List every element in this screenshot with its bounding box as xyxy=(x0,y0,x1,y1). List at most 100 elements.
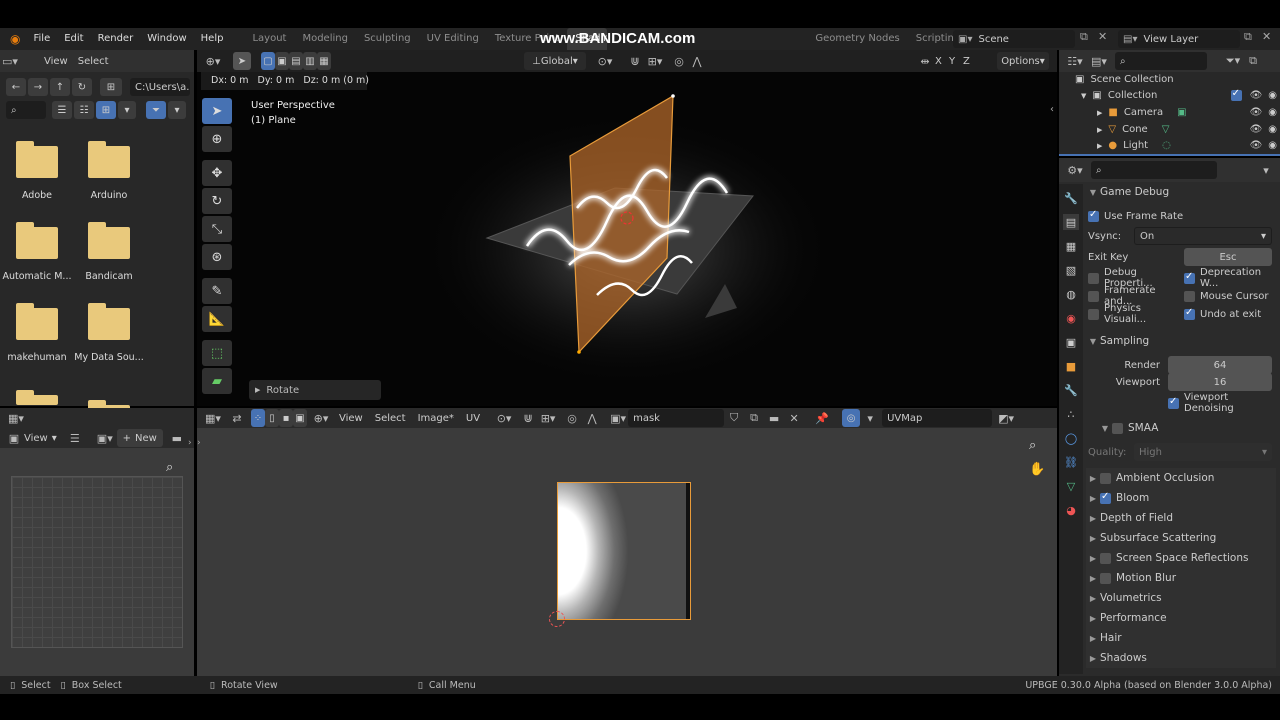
panel-depth-of-field[interactable]: ▶ Depth of Field xyxy=(1086,508,1276,528)
viewport-denoising-checkbox[interactable]: Viewport Denoising xyxy=(1168,392,1276,414)
physics-tab-icon[interactable]: ◯ xyxy=(1063,430,1079,446)
back-icon[interactable]: ← xyxy=(6,78,26,96)
region-toggle-icon[interactable]: › xyxy=(197,438,201,448)
view-layer-field[interactable]: ▤▾ View Layer xyxy=(1118,30,1240,48)
vsync-dropdown[interactable]: On ▾ xyxy=(1134,227,1272,245)
deprecation-warnings-checkbox[interactable]: Deprecation W... xyxy=(1184,267,1276,289)
data-tab-icon[interactable]: ▽ xyxy=(1063,478,1079,494)
filter-icon[interactable]: ⏷▾ xyxy=(1223,52,1243,70)
panel-bloom[interactable]: ▶Bloom xyxy=(1086,488,1276,508)
overlay-toggle-icon[interactable]: ◎ xyxy=(842,409,861,427)
tab-geometry-nodes[interactable]: Geometry Nodes xyxy=(807,28,907,50)
pin-icon[interactable]: 📌 xyxy=(812,409,832,427)
properties-search[interactable]: ⌕ xyxy=(1091,161,1217,179)
list-horizontal-icon[interactable]: ☷ xyxy=(74,101,94,119)
panel-hair[interactable]: ▶ Hair xyxy=(1086,628,1276,648)
sidebar-toggle-icon[interactable]: ‹ xyxy=(1050,104,1054,115)
editor-type-icon[interactable]: ▦▾ xyxy=(6,409,26,427)
uv-proportional-icon[interactable]: ◎ xyxy=(562,409,582,427)
uv-editor[interactable]: ▦▾ ⇄ ⁘ ▯ ▪ ▣ ⊕▾ View Select Image* UV ⊙▾… xyxy=(197,408,1057,676)
uv-falloff-icon[interactable]: ⋀ xyxy=(582,409,602,427)
panel-smaa[interactable]: ▼ SMAA xyxy=(1098,418,1276,438)
uv-view-menu[interactable]: View xyxy=(339,413,363,424)
uv-sync-icon[interactable]: ⇄ xyxy=(227,409,247,427)
folder-item[interactable]: Adobe xyxy=(0,141,74,201)
mask-image[interactable] xyxy=(557,482,691,620)
filter-dropdown-icon[interactable]: ▾ xyxy=(168,101,186,119)
panel-shadows[interactable]: ▶ Shadows xyxy=(1086,648,1276,668)
camera-render-icon[interactable]: ◉ xyxy=(1268,124,1277,135)
new-image-button[interactable]: + New xyxy=(116,429,163,447)
visibility-eye-icon[interactable]: 👁 xyxy=(1250,140,1263,151)
particles-tab-icon[interactable]: ∴ xyxy=(1063,406,1079,422)
panel-subsurface-scattering[interactable]: ▶ Subsurface Scattering xyxy=(1086,528,1276,548)
smaa-quality-dropdown[interactable]: High ▾ xyxy=(1134,443,1272,461)
exit-key-button[interactable]: Esc xyxy=(1184,248,1272,266)
view-layer-copy-icon[interactable]: ⧉ xyxy=(1244,30,1252,44)
mouse-cursor-checkbox[interactable]: Mouse Cursor xyxy=(1184,287,1276,305)
outliner-search[interactable]: ⌕ xyxy=(1115,52,1207,70)
tab-uv-editing[interactable]: UV Editing xyxy=(419,28,487,50)
scene-field[interactable]: ▣▾ Scene xyxy=(953,30,1075,48)
use-frame-rate-checkbox[interactable]: Use Frame Rate xyxy=(1088,207,1276,225)
object-tab-icon[interactable]: ■ xyxy=(1063,358,1079,374)
refresh-icon[interactable]: ↻ xyxy=(72,78,92,96)
panel-volumetrics[interactable]: ▶ Volumetrics xyxy=(1086,588,1276,608)
tab-modeling[interactable]: Modeling xyxy=(294,28,356,50)
panel-performance[interactable]: ▶ Performance xyxy=(1086,608,1276,628)
outliner-row-camera[interactable]: ▶ ■ Camera ▣ 👁 ◉ xyxy=(1097,107,1277,118)
fake-user-shield-icon[interactable]: ⛉ xyxy=(724,409,744,427)
parent-icon[interactable]: ↑ xyxy=(50,78,70,96)
uv-snap-icon[interactable]: ⋓ xyxy=(518,409,538,427)
modifier-tab-icon[interactable]: 🔧 xyxy=(1063,382,1079,398)
camera-render-icon[interactable]: ◉ xyxy=(1268,140,1277,151)
uv-image-menu[interactable]: Image* xyxy=(418,413,454,424)
editor-type-icon[interactable]: ☷▾ xyxy=(1065,52,1085,70)
open-image-icon[interactable]: ▬ xyxy=(167,429,187,447)
new-folder-icon[interactable]: ⊞ xyxy=(100,78,122,96)
image-name-field[interactable]: mask xyxy=(628,409,725,427)
last-operator-panel[interactable]: ▶ Rotate xyxy=(249,380,381,400)
folder-item[interactable]: Arduino xyxy=(72,141,146,201)
overlay-dropdown-icon[interactable]: ▾ xyxy=(860,409,880,427)
camera-render-icon[interactable]: ◉ xyxy=(1268,90,1277,101)
viewport-3d[interactable]: ⊕▾ ➤ ▢ ▣ ▤ ▥ ▦ ⊥ Global ▾ ⊙▾ ⋓ ⊞▾ ◎ ⋀ ⇹ … xyxy=(197,50,1057,406)
folder-item[interactable]: Bandicam xyxy=(72,222,146,282)
fb-view-menu[interactable]: View xyxy=(44,56,68,67)
panel-screen-space-reflections[interactable]: ▶ Screen Space Reflections xyxy=(1086,548,1276,568)
editor-type-icon[interactable]: ▦▾ xyxy=(203,409,223,427)
scene-collection-row[interactable]: ▣ Scene Collection xyxy=(1075,74,1174,85)
menu-file[interactable]: File xyxy=(26,28,57,50)
display-mode-icon[interactable]: ▤▾ xyxy=(1089,52,1109,70)
options-dropdown-icon[interactable]: ▾ xyxy=(1256,161,1276,179)
image-browse-icon[interactable]: ▣▾ xyxy=(608,409,628,427)
pan-hand-icon[interactable]: ✋ xyxy=(1029,462,1049,482)
mode-icon[interactable]: ▣ xyxy=(4,429,24,447)
image-grid[interactable] xyxy=(11,476,183,648)
outliner-row-cone[interactable]: ▶ ▽ Cone ▽ 👁 ◉ xyxy=(1097,124,1277,135)
editor-type-icon[interactable]: ▭▾ xyxy=(0,52,20,70)
tab-sculpting[interactable]: Sculpting xyxy=(356,28,419,50)
world-tab-icon[interactable]: ◉ xyxy=(1063,310,1079,326)
fb-search-field[interactable]: ⌕ xyxy=(6,101,46,119)
blender-logo-icon[interactable]: ◉ xyxy=(0,32,26,46)
list-vertical-icon[interactable]: ☰ xyxy=(52,101,72,119)
forward-icon[interactable]: → xyxy=(28,78,48,96)
folder-item[interactable]: makehuman xyxy=(0,303,74,363)
uv-uv-menu[interactable]: UV xyxy=(466,413,480,424)
zoom-icon[interactable]: ⌕ xyxy=(1029,438,1049,458)
camera-render-icon[interactable]: ◉ xyxy=(1268,107,1277,118)
menu-help[interactable]: Help xyxy=(194,28,231,50)
visibility-eye-icon[interactable]: 👁 xyxy=(1250,107,1263,118)
scene-copy-icon[interactable]: ⧉ xyxy=(1080,30,1088,44)
material-tab-icon[interactable]: ◕ xyxy=(1063,502,1079,518)
render-samples-field[interactable]: 64 xyxy=(1168,356,1272,374)
uvmap-field[interactable]: UVMap xyxy=(882,409,993,427)
panel-ambient-occlusion[interactable]: ▶ Ambient Occlusion xyxy=(1086,468,1276,488)
tool-tab-icon[interactable]: 🔧 xyxy=(1063,190,1079,206)
uv-snap-target-icon[interactable]: ⊞▾ xyxy=(538,409,558,427)
physics-visualization-checkbox[interactable]: Physics Visuali... xyxy=(1088,303,1184,325)
panel-motion-blur[interactable]: ▶ Motion Blur xyxy=(1086,568,1276,588)
panel-game-debug[interactable]: ▼ Game Debug xyxy=(1086,182,1276,202)
visibility-eye-icon[interactable]: 👁 xyxy=(1250,124,1263,135)
